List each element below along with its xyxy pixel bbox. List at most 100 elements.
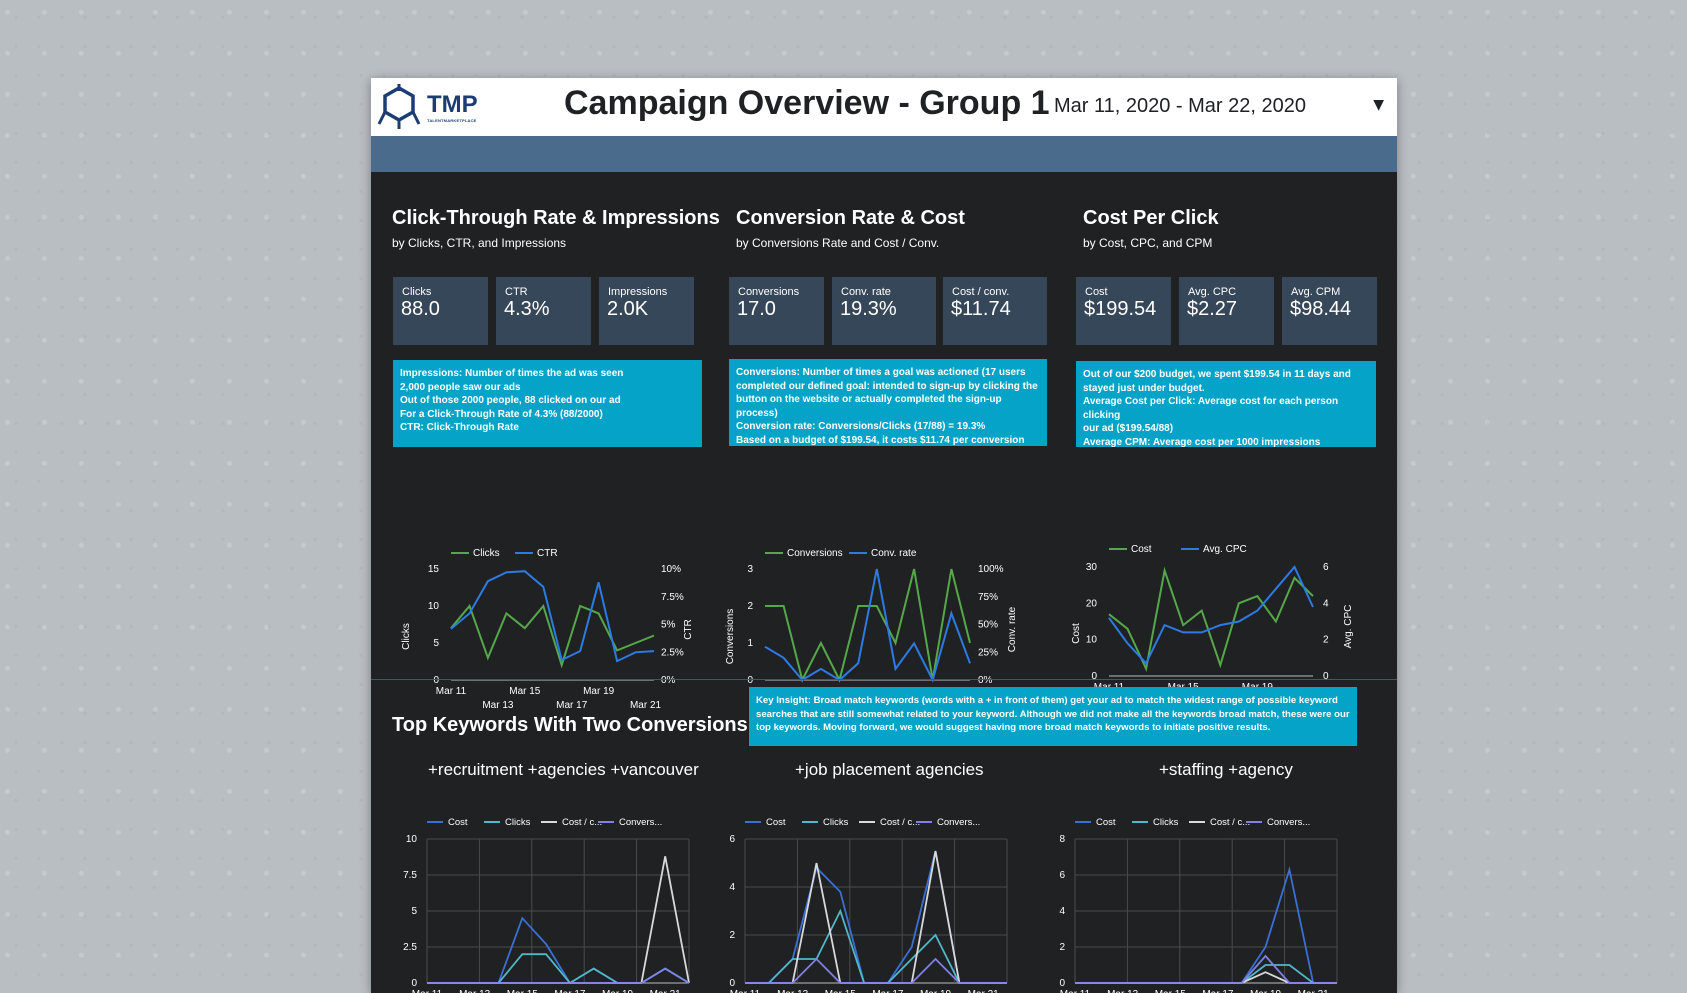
x-tick-label: Mar 17: [554, 989, 586, 993]
kpi-value: 2.0K: [607, 298, 649, 320]
section-subtitle-ctr: by Clicks, CTR, and Impressions: [392, 236, 567, 250]
y-tick-label: 7.5: [403, 870, 417, 881]
legend-label: Clicks: [1153, 817, 1179, 828]
y-left-tick-label: 0: [747, 675, 753, 686]
y-tick-label: 4: [729, 882, 735, 893]
kpi-card-cost-per-conv: Cost / conv. $11.74: [943, 277, 1047, 345]
x-tick-label: Mar 11: [412, 989, 443, 993]
series-line-cost: [745, 850, 1007, 984]
y-left-tick-label: 0: [1091, 671, 1097, 682]
series-line-cost-c-: [1075, 971, 1337, 984]
y-tick-label: 0: [729, 978, 735, 989]
x-tick-label: Mar 17: [872, 989, 904, 993]
x-tick-label: Mar 21: [650, 989, 682, 993]
kpi-card-ctr: CTR 4.3%: [496, 277, 591, 345]
note-box-conversion: Conversions: Number of times a goal was …: [729, 359, 1047, 446]
series-line-conversions: [765, 568, 971, 683]
y-right-axis-title: Avg. CPC: [1343, 605, 1354, 649]
y-tick-label: 6: [729, 834, 735, 845]
y-tick-label: 10: [406, 834, 418, 845]
series-line-convers-: [745, 957, 1007, 984]
date-range-value: Mar 11, 2020 - Mar 22, 2020: [1054, 95, 1306, 117]
y-left-tick-label: 0: [433, 675, 439, 686]
series-line-clicks: [745, 908, 1007, 984]
x-tick-label: Mar 21: [968, 989, 1000, 993]
chart-keyword-job-placement: 0 2 4 6 Mar 11 Mar 13 Mar 15 Mar 17 Mar 19 Mar 21…: [729, 817, 1008, 993]
y-tick-label: 6: [1059, 870, 1065, 881]
x-tick-label: Mar 21: [1298, 989, 1330, 993]
x-tick-label: Mar 11: [436, 686, 467, 697]
y-right-tick-label: 0%: [661, 675, 676, 686]
y-right-tick-label: 75%: [978, 592, 998, 603]
y-tick-label: 0: [1059, 978, 1065, 989]
kpi-label: Avg. CPM: [1291, 286, 1341, 298]
section-title-conversion: Conversion Rate & Cost: [736, 207, 965, 229]
y-left-tick-label: 30: [1086, 562, 1098, 573]
legend-label: Convers...: [1267, 817, 1310, 828]
legend-label: Avg. CPC: [1203, 544, 1247, 555]
legend-label: Cost / c...: [1210, 817, 1250, 828]
y-tick-label: 0: [411, 978, 417, 989]
logo-subtext: TALENTMARKETPLACE: [427, 118, 477, 123]
kpi-label: CTR: [505, 286, 528, 298]
y-tick-label: 5: [411, 906, 417, 917]
date-range-selector[interactable]: Mar 11, 2020 - Mar 22, 2020 ▼: [1054, 93, 1394, 123]
y-left-tick-label: 15: [428, 564, 440, 575]
keywords-section-title: Top Keywords With Two Conversions: [392, 714, 748, 736]
y-right-tick-label: 0%: [978, 675, 993, 686]
page-title: Campaign Overview - Group 1: [564, 84, 1050, 122]
keyword-title-recruitment: +recruitment +agencies +vancouver: [428, 760, 699, 779]
report-canvas: TMP TALENTMARKETPLACE Campaign Overview …: [371, 78, 1397, 993]
y-left-axis-title: Cost: [1071, 623, 1082, 644]
y-left-tick-label: 3: [747, 564, 753, 575]
y-right-tick-label: 100%: [978, 564, 1004, 575]
kpi-value: 17.0: [737, 298, 776, 320]
section-title-cpc: Cost Per Click: [1083, 207, 1219, 229]
kpi-card-conversions: Conversions 17.0: [729, 277, 824, 345]
y-tick-label: 2: [729, 930, 735, 941]
series-line-avg-cpc: [1108, 565, 1314, 666]
legend-label: CTR: [537, 548, 558, 559]
kpi-label: Conv. rate: [841, 286, 891, 298]
legend-label: Clicks: [505, 817, 531, 828]
x-tick-label: Mar 17: [556, 700, 588, 711]
series-line-convers-: [1075, 954, 1337, 984]
series-line-clicks: [450, 603, 655, 669]
x-tick-label: Mar 15: [825, 989, 857, 993]
kpi-card-cost: Cost $199.54: [1076, 277, 1171, 345]
key-insight-box: Key Insight: Broad match keywords (words…: [749, 687, 1357, 746]
logo-text: TMP: [427, 91, 478, 118]
chart-conversions-rate: 0 1 2 3 0% 25% 50% 75% 100% Conversions Conv. rate…: [725, 548, 1018, 711]
kpi-card-impressions: Impressions 2.0K: [599, 277, 694, 345]
kpi-card-conv-rate: Conv. rate 19.3%: [832, 277, 936, 345]
legend-label: Cost: [766, 817, 786, 828]
kpi-value: 88.0: [401, 298, 440, 320]
kpi-value: 4.3%: [504, 298, 550, 320]
kpi-label: Cost / conv.: [952, 286, 1010, 298]
y-left-tick-label: 2: [747, 601, 753, 612]
kpi-label: Impressions: [608, 286, 668, 298]
kpi-value: 19.3%: [840, 298, 897, 320]
dropdown-caret-icon[interactable]: ▼: [1373, 97, 1384, 113]
x-tick-label: Mar 15: [1155, 989, 1187, 993]
series-line-cost-c-: [745, 850, 1007, 984]
x-tick-label: Mar 13: [459, 989, 491, 993]
x-tick-label: Mar 21: [630, 700, 662, 711]
series-line-clicks: [1075, 964, 1337, 984]
y-right-tick-label: 10%: [661, 564, 681, 575]
y-left-tick-label: 5: [433, 638, 439, 649]
series-line-convers-: [427, 967, 690, 984]
legend-label: Cost / c...: [880, 817, 920, 828]
y-right-tick-label: 50%: [978, 620, 998, 631]
y-right-axis-title: Conv. rate: [1007, 606, 1018, 652]
kpi-value: $199.54: [1084, 298, 1157, 320]
kpi-card-clicks: Clicks 88.0: [393, 277, 488, 345]
x-tick-label: Mar 11: [730, 989, 761, 993]
kpi-label: Avg. CPC: [1188, 286, 1237, 298]
y-right-tick-label: 5%: [661, 620, 676, 631]
series-line-cost: [427, 916, 690, 985]
y-tick-label: 2.5: [403, 942, 417, 953]
tmp-logo: TMP TALENTMARKETPLACE: [377, 82, 478, 132]
legend-label: Clicks: [823, 817, 849, 828]
keyword-title-staffing: +staffing +agency: [1159, 760, 1293, 779]
